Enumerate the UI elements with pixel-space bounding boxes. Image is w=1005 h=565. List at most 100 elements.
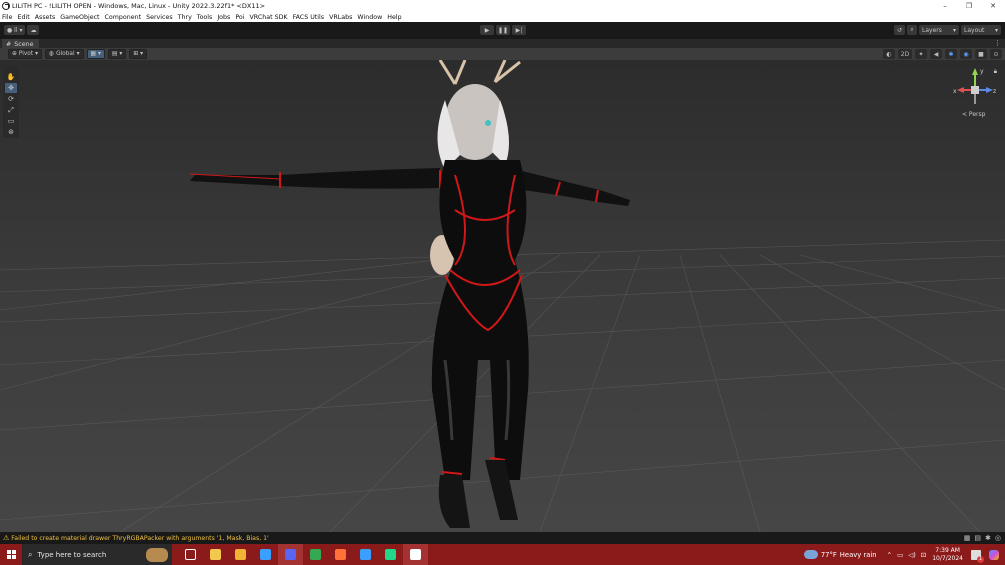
global-dropdown[interactable]: ◍ Global ▾ (45, 49, 84, 59)
taskbar-app-code-editor[interactable] (253, 544, 278, 565)
globe-icon: ◍ (49, 51, 55, 57)
taskbar-app-pycharm[interactable] (378, 544, 403, 565)
pivot-dropdown[interactable]: ⊕ Pivot ▾ (8, 49, 43, 59)
grid-visibility-dropdown[interactable]: ▤ ▾ (107, 49, 127, 59)
menu-assets[interactable]: Assets (35, 14, 56, 21)
taskbar-app-microsoft-store[interactable] (203, 544, 228, 565)
menu-jobs[interactable]: Jobs (217, 14, 230, 21)
play-button[interactable]: ▶ (480, 25, 494, 35)
chrome-icon (310, 549, 321, 560)
lighting-toggle[interactable]: ✦ (915, 49, 927, 59)
taskbar-app-chat-app[interactable] (278, 544, 303, 565)
debug-icon[interactable]: ✱ (985, 534, 991, 542)
increment-snap-dropdown[interactable]: ⊞ ▾ (129, 49, 148, 59)
menu-component[interactable]: Component (105, 14, 142, 21)
draw-mode-dropdown[interactable]: ◐ (883, 49, 895, 59)
history-button[interactable]: ↺ (893, 25, 905, 35)
start-button[interactable] (0, 544, 22, 565)
layers-dropdown[interactable]: Layers ▾ (919, 25, 959, 35)
status-message[interactable]: Failed to create material drawer ThryRGB… (11, 535, 268, 542)
clock[interactable]: 7:39 AM 10/7/2024 (932, 547, 963, 563)
clock-time: 7:39 AM (935, 546, 960, 554)
tray-icons: ⌃ ▭ ◁) ⊡ (887, 551, 927, 559)
progress-icon[interactable]: ▦ (964, 534, 971, 542)
rect-tool[interactable]: ▭ (5, 116, 17, 126)
window-title: LILITH PC - !LILITH OPEN - Windows, Mac,… (12, 2, 266, 10)
menu-vrchat-sdk[interactable]: VRChat SDK (250, 14, 288, 21)
layout-dropdown[interactable]: Layout ▾ (961, 25, 1001, 35)
hand-tool[interactable]: ✋ (5, 72, 17, 82)
scene-viewport[interactable] (0, 60, 1005, 532)
system-tray: 77°F Heavy rain ⌃ ▭ ◁) ⊡ 7:39 AM 10/7/20… (803, 544, 1005, 565)
chevron-down-icon: ▾ (35, 51, 39, 57)
restore-button[interactable]: ❐ (957, 0, 981, 12)
audio-toggle[interactable]: ◀ (930, 49, 942, 59)
more-options-icon[interactable]: ⋮ (994, 39, 1001, 47)
2d-toggle[interactable]: 2D (898, 49, 912, 59)
close-button[interactable]: ✕ (981, 0, 1005, 12)
grid-snap-toggle[interactable]: ▦ ▾ (86, 49, 105, 59)
collab-icon[interactable]: ◎ (995, 534, 1001, 542)
menu-facs-utils[interactable]: FACS Utils (293, 14, 325, 21)
grid-icon: ▦ (90, 51, 96, 57)
gizmos-dropdown[interactable]: ⊙ (990, 49, 1002, 59)
status-right-icons: ▦ ▤ ✱ ◎ (964, 534, 1001, 542)
persp-label[interactable]: < Persp (962, 111, 985, 118)
taskbar-app-chrome[interactable] (303, 544, 328, 565)
notification-center-icon[interactable]: 1 (971, 549, 984, 563)
menu-file[interactable]: File (2, 14, 13, 21)
cloud-icon: ☁ (30, 26, 37, 34)
search-button[interactable]: ⌕ (907, 25, 917, 35)
effects-dropdown[interactable]: ✱ (945, 49, 957, 59)
transform-tool[interactable]: ⊛ (5, 127, 17, 137)
volume-icon[interactable]: ◁) (908, 551, 916, 559)
camera-icon: ■ (978, 50, 984, 58)
scene-grid (0, 60, 1005, 532)
grid-visibility-icon: ▤ (111, 51, 118, 57)
weather-widget[interactable]: 77°F Heavy rain (803, 550, 877, 559)
taskbar-app-file-explorer[interactable] (228, 544, 253, 565)
notification-badge: 1 (977, 555, 984, 563)
cache-icon[interactable]: ▤ (974, 534, 981, 542)
menu-thry[interactable]: Thry (178, 14, 192, 21)
scale-tool[interactable]: ⤢ (5, 105, 17, 115)
scene-toolbar: ⊕ Pivot ▾ ◍ Global ▾ ▦ ▾ ▤ ▾ ⊞ ▾ ◐ 2D ✦ ◀ ✱ ◉ ■… (0, 48, 1005, 60)
taskbar-app-code-editor-2[interactable] (353, 544, 378, 565)
move-tool[interactable]: ✥ (5, 83, 17, 93)
menu-window[interactable]: Window (357, 14, 382, 21)
step-button[interactable]: ▶| (512, 25, 526, 35)
search-icon: ⌕ (28, 549, 33, 559)
camera-dropdown[interactable]: ■ (975, 49, 987, 59)
menu-services[interactable]: Services (146, 14, 173, 21)
taskbar-app-firefox[interactable] (328, 544, 353, 565)
menu-poi[interactable]: Poi (235, 14, 244, 21)
gizmo-x-label: x (953, 88, 957, 95)
clock-date: 10/7/2024 (932, 554, 963, 562)
pause-button[interactable]: ❚❚ (496, 25, 510, 35)
taskbar-app-unity-hub[interactable] (403, 544, 428, 565)
speaker-icon: ◀ (933, 50, 939, 58)
rotate-tool[interactable]: ⟳ (5, 94, 17, 104)
menu-vrlabs[interactable]: VRLabs (329, 14, 352, 21)
account-dropdown[interactable]: ● ll ▾ (4, 25, 26, 35)
search-placeholder: Type here to search (37, 550, 107, 559)
network-icon[interactable]: ▭ (897, 551, 903, 559)
window-controls: – ❐ ✕ (933, 0, 1005, 12)
menu-edit[interactable]: Edit (18, 14, 30, 21)
menu-gameobject[interactable]: GameObject (60, 14, 99, 21)
copilot-icon[interactable] (989, 549, 999, 560)
speaker-icon[interactable]: ⊡ (921, 551, 926, 559)
menu-help[interactable]: Help (387, 14, 401, 21)
chevron-up-icon[interactable]: ⌃ (887, 551, 892, 559)
taskbar-app-task-view[interactable] (178, 544, 203, 565)
gizmos-icon: ⊙ (993, 50, 999, 58)
menu-bar: File Edit Assets GameObject Component Se… (0, 12, 1005, 22)
lock-icon[interactable]: 🔒︎ (994, 68, 997, 76)
minimize-button[interactable]: – (933, 0, 957, 12)
visibility-toggle[interactable]: ◉ (960, 49, 972, 59)
microsoft-store-icon (210, 549, 221, 560)
warning-icon: ⚠ (3, 534, 10, 542)
cloud-button[interactable]: ☁ (27, 25, 40, 35)
menu-tools[interactable]: Tools (197, 14, 213, 21)
taskbar-search[interactable]: ⌕ Type here to search (22, 544, 172, 565)
